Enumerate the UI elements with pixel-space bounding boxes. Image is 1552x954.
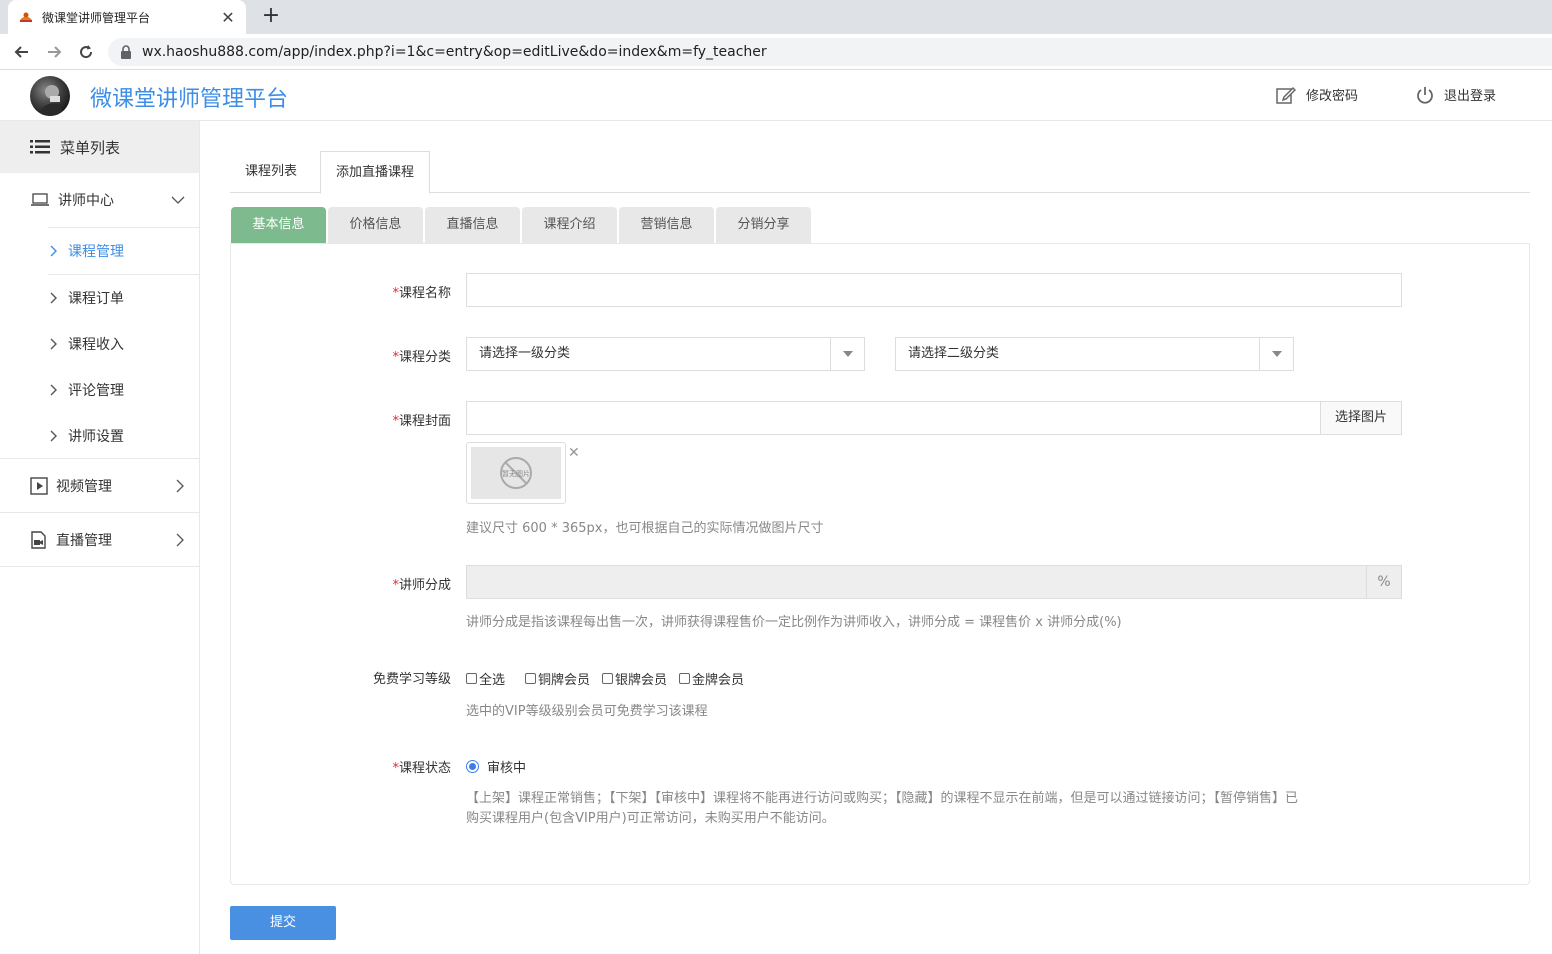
list-icon bbox=[30, 140, 50, 154]
browser-toolbar: wx.haoshu888.com/app/index.php?i=1&c=ent… bbox=[0, 34, 1552, 70]
cover-help-text: 建议尺寸 600 * 365px，也可根据自己的实际情况做图片尺寸 bbox=[466, 521, 824, 536]
change-password-label: 修改密码 bbox=[1306, 89, 1359, 104]
course-category-label: *课程分类 bbox=[392, 350, 451, 365]
checkbox-silver-member[interactable]: 银牌会员 bbox=[602, 669, 667, 688]
status-help-text-1: 【上架】课程正常销售；【下架】【审核中】课程将不能再进行访问或购买；【隐藏】的课… bbox=[466, 791, 1299, 806]
cover-thumbnail: 暂无图片 bbox=[466, 442, 566, 504]
chevron-right-icon bbox=[50, 292, 57, 304]
sidebar-group-teacher[interactable]: 讲师中心 bbox=[0, 173, 199, 227]
checkbox-select-all[interactable]: 全选 bbox=[466, 669, 505, 688]
site-favicon-icon bbox=[20, 12, 32, 22]
sidebar-group-live[interactable]: 直播管理 bbox=[0, 513, 199, 567]
sidebar: 菜单列表 讲师中心 课程管理 课程订单 课程收入 评论管理 讲师设置 视频管理 … bbox=[0, 121, 200, 954]
subtab-distribution-share[interactable]: 分销分享 bbox=[716, 207, 811, 243]
main-content: 课程列表 添加直播课程 基本信息 价格信息 直播信息 课程介绍 营销信息 分销分… bbox=[200, 121, 1552, 954]
status-help-text-2: 购买课程用户(包含VIP用户)可正常访问，未购买用户不能访问。 bbox=[466, 811, 835, 826]
sidebar-group-video[interactable]: 视频管理 bbox=[0, 459, 199, 513]
level-help-text: 选中的VIP等级级别会员可免费学习该课程 bbox=[466, 704, 708, 719]
remove-image-icon[interactable]: ✕ bbox=[568, 445, 580, 461]
free-level-options: 全选 铜牌会员 银牌会员 金牌会员 bbox=[466, 669, 758, 688]
logout-button[interactable]: 退出登录 bbox=[1416, 85, 1496, 104]
browser-tab-title: 微课堂讲师管理平台 bbox=[42, 10, 151, 25]
no-image-icon: 暂无图片 bbox=[500, 457, 532, 489]
sidebar-item-teacher-settings[interactable]: 讲师设置 bbox=[0, 413, 199, 459]
category1-select[interactable]: 请选择一级分类 bbox=[466, 337, 865, 371]
chevron-right-icon bbox=[176, 533, 184, 546]
menu-header: 菜单列表 bbox=[0, 121, 199, 173]
subtab-price-info[interactable]: 价格信息 bbox=[328, 207, 423, 243]
change-password-button[interactable]: 修改密码 bbox=[1276, 85, 1358, 104]
subtab-basic-info[interactable]: 基本信息 bbox=[231, 207, 326, 243]
lock-icon bbox=[121, 45, 131, 59]
status-radio-reviewing[interactable]: 审核中 bbox=[466, 757, 526, 776]
chevron-down-icon bbox=[171, 196, 185, 204]
logout-label: 退出登录 bbox=[1444, 89, 1497, 104]
chevron-right-icon bbox=[50, 338, 57, 350]
chevron-right-icon bbox=[176, 479, 184, 492]
new-tab-icon[interactable]: + bbox=[258, 4, 284, 30]
choose-image-button[interactable]: 选择图片 bbox=[1320, 402, 1401, 434]
free-level-label: 免费学习等级 bbox=[372, 672, 451, 687]
course-name-input[interactable] bbox=[466, 273, 1402, 307]
form-panel: *课程名称 *课程分类 请选择一级分类 请选择二级分类 *课程封面 选择图片 暂… bbox=[230, 243, 1530, 885]
laptop-icon bbox=[31, 193, 49, 206]
menu-title: 菜单列表 bbox=[60, 138, 121, 157]
sidebar-group-live-label: 直播管理 bbox=[56, 532, 112, 549]
sidebar-item-label: 课程管理 bbox=[68, 244, 124, 260]
app-header: 微课堂讲师管理平台 修改密码 退出登录 bbox=[0, 71, 1552, 121]
address-bar[interactable]: wx.haoshu888.com/app/index.php?i=1&c=ent… bbox=[108, 38, 1552, 66]
browser-tab[interactable]: 微课堂讲师管理平台 ✕ bbox=[8, 0, 246, 34]
sidebar-item-course-manage[interactable]: 课程管理 bbox=[0, 228, 199, 274]
teacher-share-input[interactable]: % bbox=[466, 565, 1402, 599]
chevron-right-icon bbox=[50, 245, 57, 257]
percent-addon: % bbox=[1366, 566, 1401, 598]
sidebar-item-comments[interactable]: 评论管理 bbox=[0, 367, 199, 413]
tab-add-live-course[interactable]: 添加直播课程 bbox=[320, 151, 431, 194]
sidebar-group-teacher-label: 讲师中心 bbox=[58, 193, 114, 209]
tab-course-list[interactable]: 课程列表 bbox=[230, 151, 312, 193]
sidebar-item-course-income[interactable]: 课程收入 bbox=[0, 321, 199, 367]
live-camera-icon bbox=[31, 530, 46, 549]
share-help-text: 讲师分成是指该课程每出售一次，讲师获得课程售价一定比例作为讲师收入，讲师分成 =… bbox=[466, 615, 1122, 630]
video-icon bbox=[30, 476, 48, 495]
url-text: wx.haoshu888.com/app/index.php?i=1&c=ent… bbox=[142, 44, 767, 60]
radio-checked-icon bbox=[466, 760, 479, 773]
tab-close-icon[interactable]: ✕ bbox=[220, 8, 236, 27]
back-icon[interactable] bbox=[10, 40, 34, 64]
category2-select[interactable]: 请选择二级分类 bbox=[895, 337, 1294, 371]
course-name-label: *课程名称 bbox=[392, 286, 451, 301]
checkbox-gold-member[interactable]: 金牌会员 bbox=[679, 669, 744, 688]
subtab-course-intro[interactable]: 课程介绍 bbox=[522, 207, 617, 243]
subtab-marketing-info[interactable]: 营销信息 bbox=[619, 207, 714, 243]
browser-tabbar: 微课堂讲师管理平台 ✕ + bbox=[0, 0, 1552, 34]
sidebar-item-label: 讲师设置 bbox=[68, 428, 124, 445]
sidebar-item-label: 课程订单 bbox=[68, 291, 124, 307]
avatar bbox=[30, 76, 70, 116]
course-cover-label: *课程封面 bbox=[392, 414, 451, 429]
reload-icon[interactable] bbox=[74, 40, 98, 64]
svg-text:暂无图片: 暂无图片 bbox=[502, 469, 530, 478]
submit-button[interactable]: 提交 bbox=[230, 906, 336, 940]
sidebar-item-label: 评论管理 bbox=[68, 383, 124, 399]
course-status-label: *课程状态 bbox=[392, 761, 451, 776]
top-tabs: 课程列表 添加直播课程 bbox=[230, 151, 1530, 194]
edit-icon bbox=[1276, 86, 1296, 104]
app-title: 微课堂讲师管理平台 bbox=[90, 87, 289, 112]
caret-down-icon bbox=[830, 338, 864, 370]
course-cover-input[interactable]: 选择图片 bbox=[466, 401, 1402, 435]
chevron-right-icon bbox=[50, 384, 57, 396]
caret-down-icon bbox=[1259, 338, 1293, 370]
sidebar-item-label: 课程收入 bbox=[68, 337, 124, 353]
sidebar-group-video-label: 视频管理 bbox=[56, 478, 112, 495]
subtab-live-info[interactable]: 直播信息 bbox=[425, 207, 520, 243]
sidebar-item-course-orders[interactable]: 课程订单 bbox=[0, 275, 199, 321]
forward-icon[interactable] bbox=[42, 40, 66, 64]
teacher-share-label: *讲师分成 bbox=[392, 578, 451, 593]
chevron-right-icon bbox=[50, 430, 57, 441]
power-icon bbox=[1417, 86, 1433, 104]
checkbox-bronze-member[interactable]: 铜牌会员 bbox=[525, 669, 590, 688]
